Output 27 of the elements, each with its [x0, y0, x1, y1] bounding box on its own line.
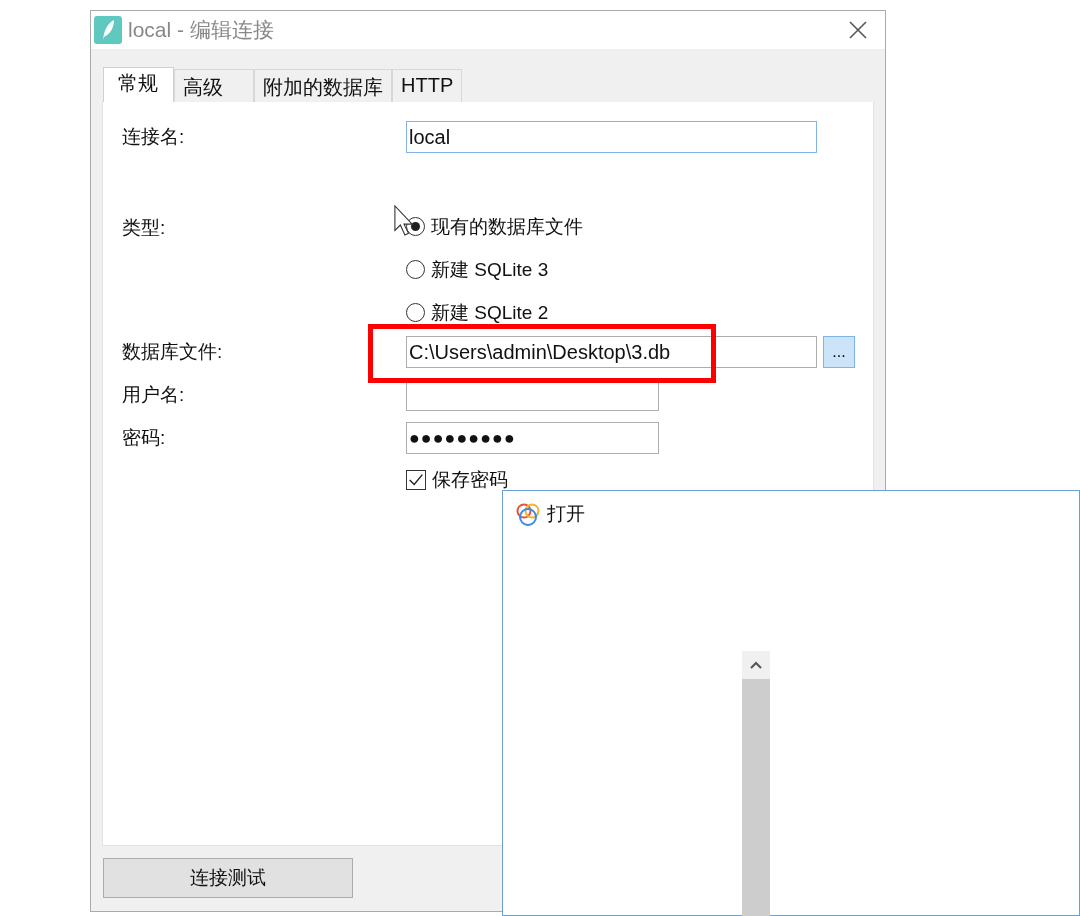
field-label: 密码: [122, 426, 167, 450]
scroll-up-icon[interactable] [742, 651, 770, 679]
tab[interactable]: 高级 [174, 69, 254, 102]
radio-label[interactable]: 新建 SQLite 2 [431, 299, 549, 326]
field-label: 数据库文件: [122, 340, 224, 364]
tab[interactable]: 常规 [103, 67, 174, 102]
input-field[interactable]: C:\Users\admin\Desktop\3.db [406, 336, 817, 368]
browse-button[interactable]: ... [823, 336, 855, 368]
field-label: 用户名: [122, 383, 186, 407]
window-title: local - 编辑连接 [128, 17, 274, 43]
checkbox[interactable] [406, 470, 426, 490]
mouse-cursor-icon [394, 205, 414, 236]
feather-icon [94, 16, 122, 44]
logo-icon [515, 501, 541, 527]
checkbox-label[interactable]: 保存密码 [432, 467, 508, 493]
radio-label[interactable]: 新建 SQLite 3 [431, 256, 549, 283]
scrollbar[interactable] [742, 651, 770, 916]
field-label: 连接名: [122, 125, 186, 149]
tab[interactable]: HTTP [392, 69, 463, 102]
input-field[interactable]: local [406, 121, 817, 153]
dialog-title: 打开 [547, 502, 585, 526]
password-field[interactable]: ●●●●●●●●● [406, 422, 659, 454]
radio-label[interactable]: 现有的数据库文件 [431, 213, 583, 240]
field-label: 类型: [122, 216, 167, 240]
close-icon[interactable] [849, 21, 867, 39]
test-connection-button[interactable]: 连接测试 [103, 858, 353, 898]
tab[interactable]: 附加的数据库 [254, 69, 392, 102]
